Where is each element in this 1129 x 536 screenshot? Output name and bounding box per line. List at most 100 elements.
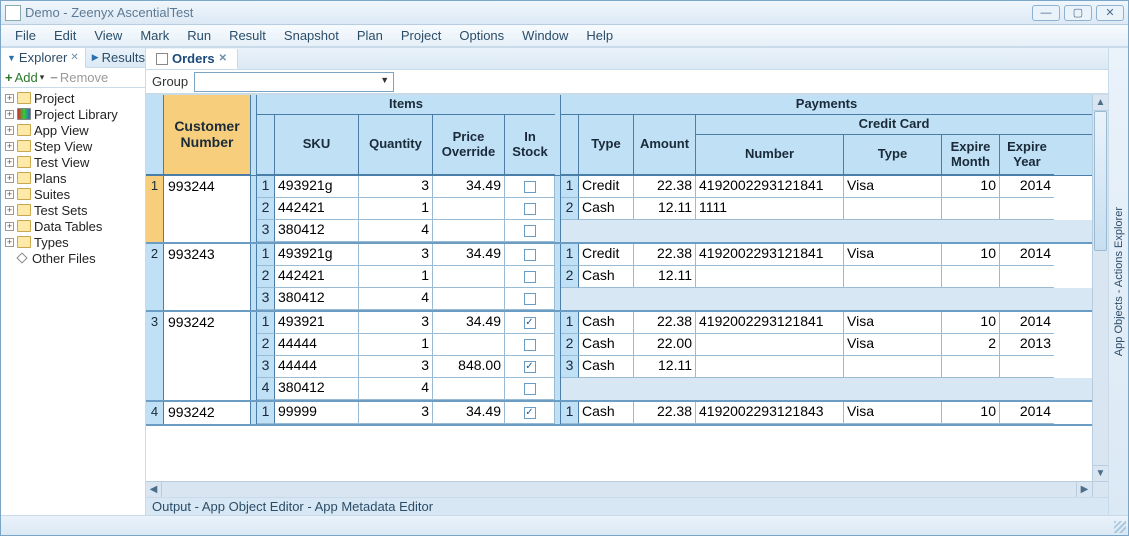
in-stock-cell[interactable]: ✓ bbox=[505, 312, 555, 334]
in-stock-cell[interactable] bbox=[505, 334, 555, 356]
checkbox[interactable]: ✓ bbox=[524, 361, 536, 373]
amount-cell[interactable]: 22.38 bbox=[634, 402, 696, 424]
in-stock-cell[interactable] bbox=[505, 176, 555, 198]
menu-project[interactable]: Project bbox=[393, 26, 449, 45]
tree-node[interactable]: +Types bbox=[5, 234, 141, 250]
header-payments[interactable]: Payments bbox=[561, 95, 1092, 115]
checkbox[interactable] bbox=[524, 383, 536, 395]
checkbox[interactable] bbox=[524, 339, 536, 351]
cc-number-cell[interactable]: 4192002293121841 bbox=[696, 176, 844, 198]
in-stock-cell[interactable] bbox=[505, 288, 555, 310]
menu-snapshot[interactable]: Snapshot bbox=[276, 26, 347, 45]
sku-cell[interactable]: 44444 bbox=[275, 334, 359, 356]
cc-type-cell[interactable]: Visa bbox=[844, 176, 942, 198]
item-rownum[interactable]: 2 bbox=[257, 334, 275, 356]
payment-type-cell[interactable]: Cash bbox=[579, 266, 634, 288]
menu-mark[interactable]: Mark bbox=[132, 26, 177, 45]
payment-rownum[interactable]: 1 bbox=[561, 176, 579, 198]
checkbox[interactable] bbox=[524, 225, 536, 237]
quantity-cell[interactable]: 4 bbox=[359, 378, 433, 400]
expire-year-cell[interactable] bbox=[1000, 266, 1054, 288]
price-override-cell[interactable] bbox=[433, 288, 505, 310]
menu-plan[interactable]: Plan bbox=[349, 26, 391, 45]
price-override-cell[interactable] bbox=[433, 220, 505, 242]
item-rownum[interactable]: 2 bbox=[257, 198, 275, 220]
header-rownum[interactable] bbox=[146, 95, 164, 175]
checkbox[interactable] bbox=[524, 249, 536, 261]
scroll-right-icon[interactable]: ▶ bbox=[1076, 482, 1092, 497]
expand-icon[interactable]: + bbox=[5, 110, 14, 119]
header-customer[interactable]: Customer Number bbox=[164, 95, 251, 175]
expand-icon[interactable]: + bbox=[5, 238, 14, 247]
in-stock-cell[interactable] bbox=[505, 198, 555, 220]
tree-node[interactable]: +Test Sets bbox=[5, 202, 141, 218]
expire-year-cell[interactable]: 2014 bbox=[1000, 312, 1054, 334]
payment-type-cell[interactable]: Cash bbox=[579, 356, 634, 378]
expire-year-cell[interactable] bbox=[1000, 356, 1054, 378]
customer-number-cell[interactable]: 993242 bbox=[164, 312, 251, 400]
payment-type-cell[interactable]: Cash bbox=[579, 198, 634, 220]
expire-month-cell[interactable] bbox=[942, 266, 1000, 288]
close-button[interactable]: ✕ bbox=[1096, 5, 1124, 21]
scroll-thumb[interactable] bbox=[1094, 111, 1107, 251]
expire-month-cell[interactable] bbox=[942, 356, 1000, 378]
close-icon[interactable]: ✕ bbox=[70, 52, 78, 63]
expire-month-cell[interactable]: 10 bbox=[942, 176, 1000, 198]
item-rownum[interactable]: 1 bbox=[257, 402, 275, 424]
menu-file[interactable]: File bbox=[7, 26, 44, 45]
menu-help[interactable]: Help bbox=[578, 26, 621, 45]
quantity-cell[interactable]: 1 bbox=[359, 266, 433, 288]
payment-type-cell[interactable]: Cash bbox=[579, 334, 634, 356]
customer-number-cell[interactable]: 993242 bbox=[164, 402, 251, 424]
quantity-cell[interactable]: 3 bbox=[359, 176, 433, 198]
header-expire-month[interactable]: Expire Month bbox=[942, 135, 1000, 175]
expand-icon[interactable]: + bbox=[5, 158, 14, 167]
add-button[interactable]: +Add▾ bbox=[5, 70, 44, 85]
tree-node[interactable]: +Test View bbox=[5, 154, 141, 170]
item-rownum[interactable]: 3 bbox=[257, 220, 275, 242]
tree-node[interactable]: +Suites bbox=[5, 186, 141, 202]
cc-number-cell[interactable] bbox=[696, 334, 844, 356]
header-cc-number[interactable]: Number bbox=[696, 135, 844, 175]
minimize-button[interactable]: — bbox=[1032, 5, 1060, 21]
customer-number-cell[interactable]: 993243 bbox=[164, 244, 251, 310]
item-rownum[interactable]: 2 bbox=[257, 266, 275, 288]
cc-type-cell[interactable]: Visa bbox=[844, 312, 942, 334]
item-rownum[interactable]: 3 bbox=[257, 288, 275, 310]
payment-rownum[interactable]: 2 bbox=[561, 334, 579, 356]
item-rownum[interactable]: 3 bbox=[257, 356, 275, 378]
expire-month-cell[interactable] bbox=[942, 198, 1000, 220]
expire-year-cell[interactable]: 2013 bbox=[1000, 334, 1054, 356]
payment-rownum[interactable]: 3 bbox=[561, 356, 579, 378]
horizontal-scrollbar[interactable]: ◀ ▶ bbox=[146, 481, 1092, 497]
cc-type-cell[interactable] bbox=[844, 198, 942, 220]
header-payment-type[interactable]: Type bbox=[579, 115, 634, 175]
price-override-cell[interactable]: 34.49 bbox=[433, 244, 505, 266]
price-override-cell[interactable]: 34.49 bbox=[433, 312, 505, 334]
sku-cell[interactable]: 493921 bbox=[275, 312, 359, 334]
price-override-cell[interactable]: 848.00 bbox=[433, 356, 505, 378]
project-tree[interactable]: +Project+Project Library+App View+Step V… bbox=[1, 88, 145, 515]
header-in-stock[interactable]: In Stock bbox=[505, 115, 555, 175]
payment-type-cell[interactable]: Cash bbox=[579, 312, 634, 334]
amount-cell[interactable]: 12.11 bbox=[634, 356, 696, 378]
cc-number-cell[interactable]: 4192002293121843 bbox=[696, 402, 844, 424]
tree-node[interactable]: +Project Library bbox=[5, 106, 141, 122]
expand-icon[interactable]: + bbox=[5, 142, 14, 151]
cc-number-cell[interactable]: 1111 bbox=[696, 198, 844, 220]
tree-node[interactable]: +Step View bbox=[5, 138, 141, 154]
quantity-cell[interactable]: 4 bbox=[359, 288, 433, 310]
sku-cell[interactable]: 380412 bbox=[275, 288, 359, 310]
menu-window[interactable]: Window bbox=[514, 26, 576, 45]
cc-number-cell[interactable] bbox=[696, 266, 844, 288]
customer-number-cell[interactable]: 993244 bbox=[164, 176, 251, 242]
item-rownum[interactable]: 4 bbox=[257, 378, 275, 400]
in-stock-cell[interactable] bbox=[505, 378, 555, 400]
header-price-override[interactable]: Price Override bbox=[433, 115, 505, 175]
cc-type-cell[interactable] bbox=[844, 356, 942, 378]
menu-options[interactable]: Options bbox=[451, 26, 512, 45]
menu-edit[interactable]: Edit bbox=[46, 26, 84, 45]
tree-node[interactable]: +Plans bbox=[5, 170, 141, 186]
in-stock-cell[interactable]: ✓ bbox=[505, 356, 555, 378]
item-rownum[interactable]: 1 bbox=[257, 176, 275, 198]
